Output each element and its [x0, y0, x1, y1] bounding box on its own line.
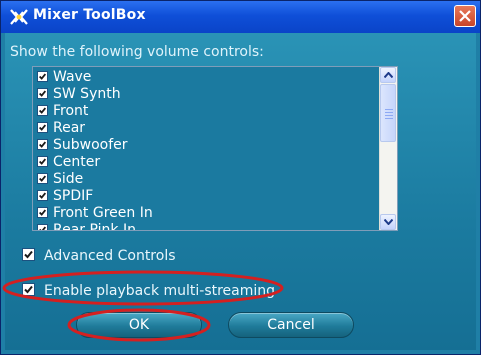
advanced-controls-checkbox[interactable]	[22, 248, 35, 261]
volume-control-checkbox[interactable]	[37, 88, 48, 99]
multi-streaming-label: Enable playback multi-streaming	[44, 282, 276, 299]
volume-control-item[interactable]: Rear	[37, 119, 153, 136]
checkmark-icon	[38, 192, 47, 199]
ok-button[interactable]: OK	[76, 312, 202, 338]
volume-control-checkbox[interactable]	[37, 190, 48, 201]
close-button[interactable]	[454, 5, 476, 27]
volume-control-label: SPDIF	[53, 188, 94, 204]
volume-control-item[interactable]: Front Green In	[37, 204, 153, 221]
volume-controls-items: Wave SW Synth Front Rear Subwoofer Center Side…	[37, 68, 153, 231]
volume-control-label: Rear Pink In	[53, 222, 136, 231]
scroll-up-button[interactable]	[380, 67, 396, 83]
volume-control-label: Front Green In	[53, 205, 153, 221]
checkmark-icon	[38, 90, 47, 97]
volume-control-checkbox[interactable]	[37, 122, 48, 133]
checkmark-icon	[38, 141, 47, 148]
volume-control-checkbox[interactable]	[37, 71, 48, 82]
checkmark-icon	[38, 175, 47, 182]
volume-control-checkbox[interactable]	[37, 207, 48, 218]
volume-control-item[interactable]: Center	[37, 153, 153, 170]
volume-control-label: Wave	[53, 69, 92, 85]
volume-control-item[interactable]: Side	[37, 170, 153, 187]
volume-control-item[interactable]: SPDIF	[37, 187, 153, 204]
checkmark-icon	[38, 73, 47, 80]
title-bar[interactable]: Mixer ToolBox	[1, 1, 480, 33]
volume-control-checkbox[interactable]	[37, 224, 48, 230]
volume-control-checkbox[interactable]	[37, 105, 48, 116]
window-title: Mixer ToolBox	[33, 7, 146, 23]
multi-streaming-option[interactable]: Enable playback multi-streaming	[22, 280, 275, 299]
volume-control-label: Center	[53, 154, 101, 170]
multi-streaming-checkbox[interactable]	[22, 283, 35, 296]
checkmark-icon	[24, 250, 33, 259]
checkmark-icon	[38, 124, 47, 131]
scroll-thumb[interactable]	[380, 84, 396, 142]
checkmark-icon	[38, 158, 47, 165]
checkmark-icon	[24, 285, 33, 294]
cancel-button[interactable]: Cancel	[228, 312, 354, 338]
checkmark-icon	[39, 226, 47, 230]
section-label: Show the following volume controls:	[10, 44, 264, 60]
volume-control-label: SW Synth	[53, 86, 121, 102]
volume-controls-list[interactable]: Wave SW Synth Front Rear Subwoofer Center Side…	[32, 66, 398, 231]
checkmark-icon	[38, 209, 47, 216]
advanced-controls-option[interactable]: Advanced Controls	[22, 245, 176, 264]
arrow-down-icon	[384, 219, 393, 225]
list-scrollbar[interactable]	[379, 67, 397, 230]
volume-control-item[interactable]: Subwoofer	[37, 136, 153, 153]
volume-control-checkbox[interactable]	[37, 156, 48, 167]
scroll-down-button[interactable]	[380, 214, 396, 230]
volume-control-label: Subwoofer	[53, 137, 128, 153]
volume-control-label: Rear	[53, 120, 86, 136]
volume-control-item[interactable]: Wave	[37, 68, 153, 85]
volume-control-checkbox[interactable]	[37, 173, 48, 184]
advanced-controls-label: Advanced Controls	[44, 247, 176, 264]
volume-control-item[interactable]: Front	[37, 102, 153, 119]
volume-control-item[interactable]: SW Synth	[37, 85, 153, 102]
volume-control-item[interactable]: Rear Pink In	[37, 221, 153, 231]
mixer-app-icon	[9, 8, 29, 26]
volume-control-label: Front	[53, 103, 89, 119]
close-x-icon	[459, 10, 471, 22]
volume-control-label: Side	[53, 171, 84, 187]
checkmark-icon	[38, 107, 47, 114]
arrow-up-icon	[384, 72, 393, 78]
volume-control-checkbox[interactable]	[37, 139, 48, 150]
